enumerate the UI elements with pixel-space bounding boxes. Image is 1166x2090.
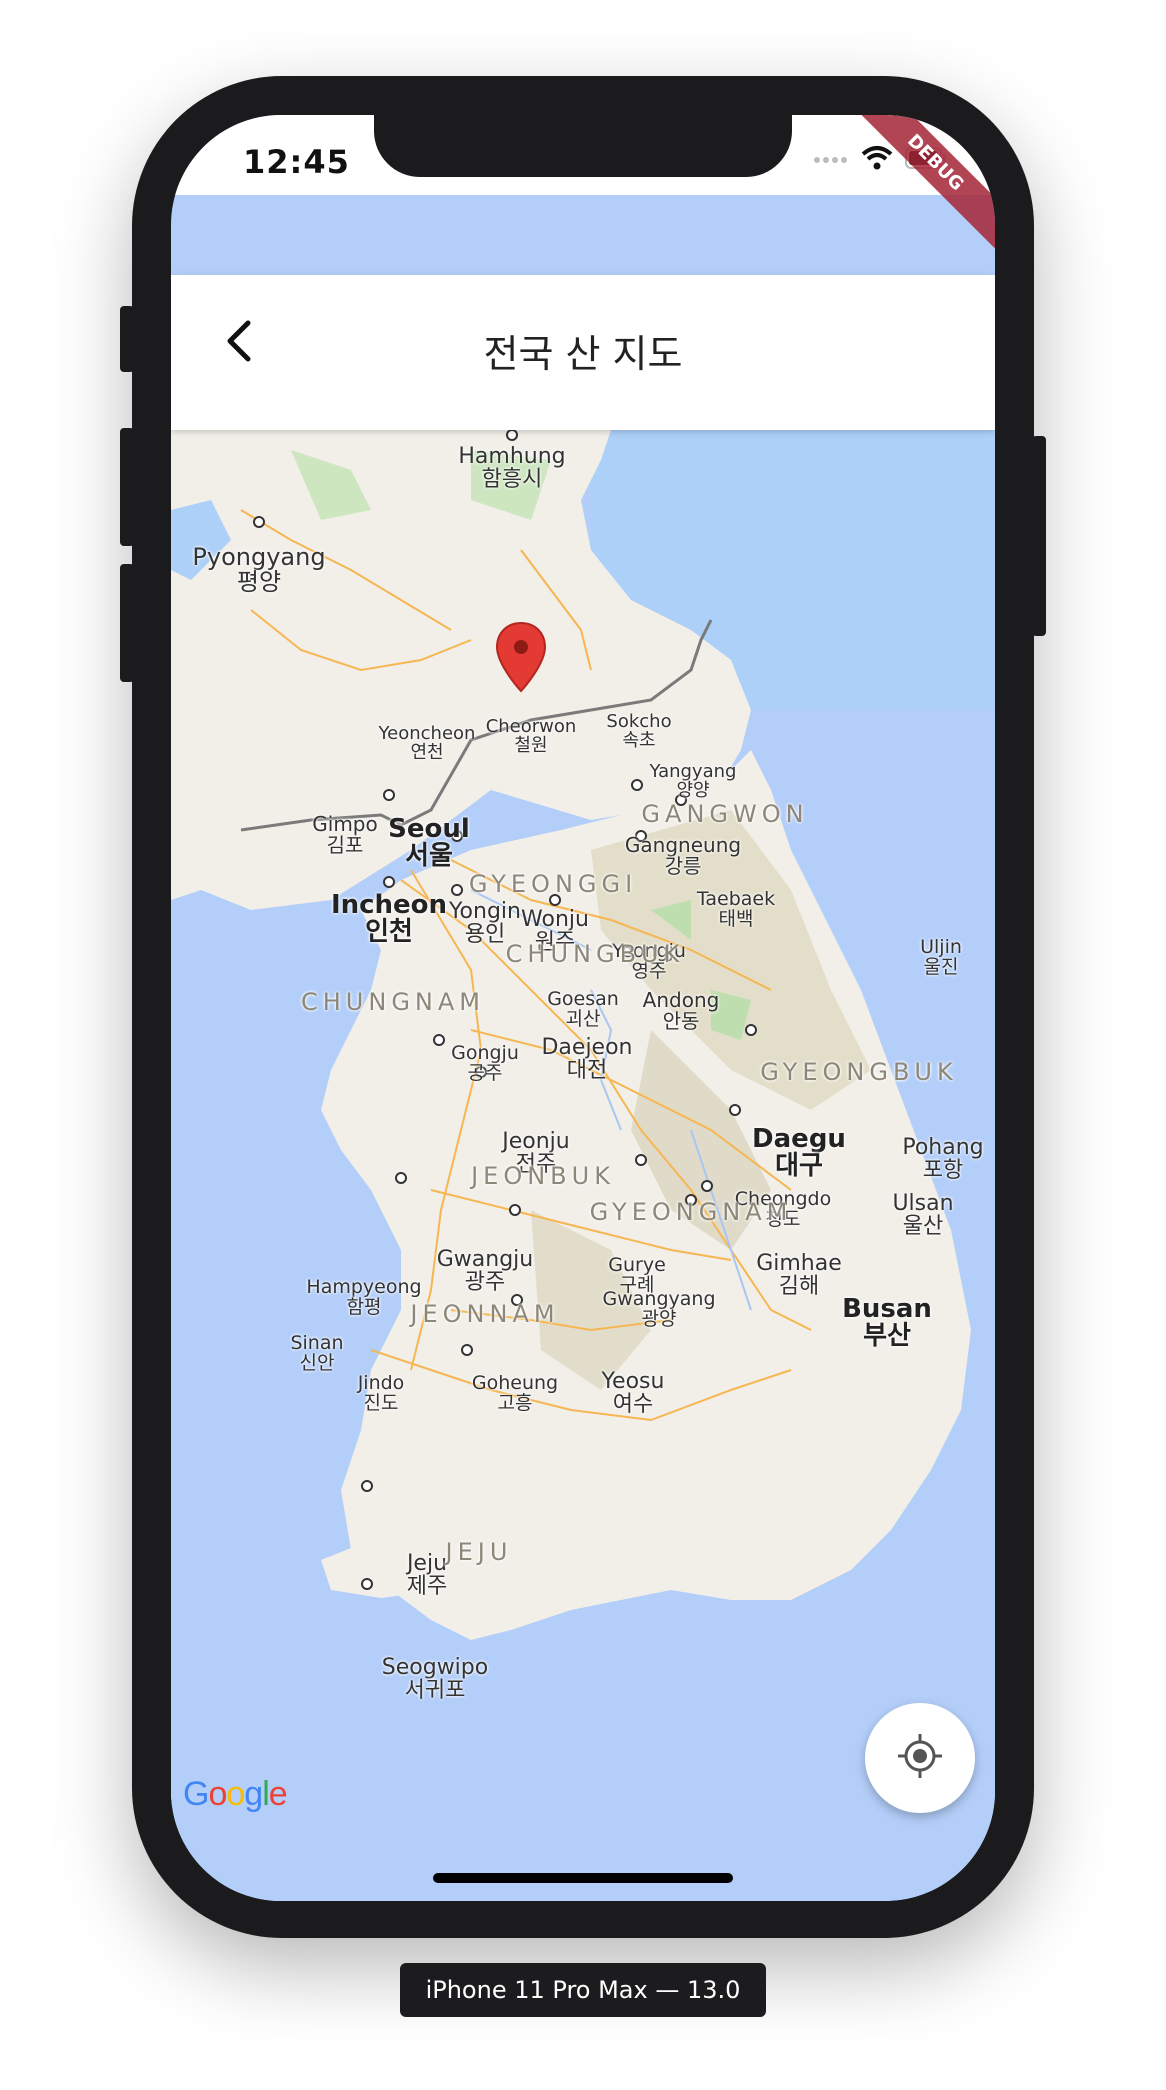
province-label-gyeongbuk: GYEONGBUK xyxy=(760,1058,958,1086)
city-label-seogwipo: Seogwipo 서귀포 xyxy=(381,1655,489,1704)
province-label-chungnam: CHUNGNAM xyxy=(301,988,485,1016)
wifi-icon xyxy=(861,145,893,175)
province-label-gyeonggi: GYEONGGI xyxy=(468,870,638,898)
city-label-cheorwon: Cheorwon 철원 xyxy=(485,716,577,756)
city-label-jindo: Jindo 진도 xyxy=(357,1372,405,1414)
city-label-yangyang: Yangyang 양양 xyxy=(649,761,737,801)
signal-icon xyxy=(813,151,849,170)
volume-up-button xyxy=(120,428,134,546)
city-label-uljin: Uljin 울진 xyxy=(920,936,962,978)
city-label-gwangyang: Gwangyang 광양 xyxy=(602,1288,716,1330)
crosshair-location-icon xyxy=(896,1732,944,1784)
province-label-gyeongnam: GYEONGNAM xyxy=(589,1198,793,1226)
city-label-sokcho: Sokcho 속초 xyxy=(606,711,672,751)
city-label-gimpo: Gimpo 김포 xyxy=(312,812,378,857)
city-label-yeosu: Yeosu 여수 xyxy=(601,1369,665,1418)
volume-down-button xyxy=(120,564,134,682)
map-view[interactable]: Hamhung 함흥시 Pyongyang 평양 Yeoncheon 연천 Cheor… xyxy=(171,430,995,1901)
province-label-gangwon: GANGWON xyxy=(641,800,809,828)
city-label-taebaek: Taebaek 태백 xyxy=(696,888,776,930)
city-label-hamhung: Hamhung 함흥시 xyxy=(458,444,566,493)
city-label-andong: Andong 안동 xyxy=(642,988,720,1033)
debug-banner: DEBUG xyxy=(837,115,995,261)
device-label: iPhone 11 Pro Max — 13.0 xyxy=(400,1963,766,2017)
google-logo: Google xyxy=(183,1775,288,1813)
home-indicator[interactable] xyxy=(433,1873,733,1883)
map-pin-icon[interactable] xyxy=(495,621,547,697)
city-label-goheung: Goheung 고흥 xyxy=(471,1372,559,1414)
province-label-jeonnam: JEONNAM xyxy=(410,1300,560,1328)
city-label-pohang: Pohang 포항 xyxy=(902,1135,984,1184)
city-label-busan: Busan 부산 xyxy=(842,1294,932,1352)
city-label-yeoncheon: Yeoncheon 연천 xyxy=(378,723,476,763)
status-time: 12:45 xyxy=(243,143,350,181)
city-label-seoul: Seoul 서울 xyxy=(388,814,470,872)
city-label-daejeon: Daejeon 대전 xyxy=(541,1035,633,1084)
notch xyxy=(374,115,792,177)
city-label-gongju: Gongju 공주 xyxy=(451,1042,519,1084)
city-label-gwangju: Gwangju 광주 xyxy=(436,1247,534,1296)
province-label-jeonbuk: JEONBUK xyxy=(471,1162,615,1190)
city-label-goesan: Goesan 괴산 xyxy=(547,988,619,1030)
page-title: 전국 산 지도 xyxy=(483,332,683,376)
province-label-chungbuk: CHUNGBUK xyxy=(505,940,685,968)
power-button xyxy=(1032,436,1046,636)
mute-switch xyxy=(120,306,134,372)
province-label-jeju: JEJU xyxy=(445,1538,513,1566)
city-label-jeju: Jeju 제주 xyxy=(406,1551,448,1600)
city-label-gimhae: Gimhae 김해 xyxy=(756,1251,842,1300)
city-label-ulsan: Ulsan 울산 xyxy=(892,1191,954,1240)
city-label-gangneung: Gangneung 강릉 xyxy=(624,833,742,878)
city-label-hampyeong: Hampyeong 함평 xyxy=(306,1276,422,1318)
my-location-button[interactable] xyxy=(865,1703,975,1813)
city-label-daegu: Daegu 대구 xyxy=(752,1124,846,1182)
city-label-sinan: Sinan 신안 xyxy=(290,1332,344,1374)
screen: Hamhung 함흥시 Pyongyang 평양 Yeoncheon 연천 Cheor… xyxy=(171,115,995,1901)
app-bar: 전국 산 지도 xyxy=(171,275,995,430)
city-label-pyongyang: Pyongyang 평양 xyxy=(192,543,326,597)
city-label-incheon: Incheon 인천 xyxy=(330,890,448,948)
